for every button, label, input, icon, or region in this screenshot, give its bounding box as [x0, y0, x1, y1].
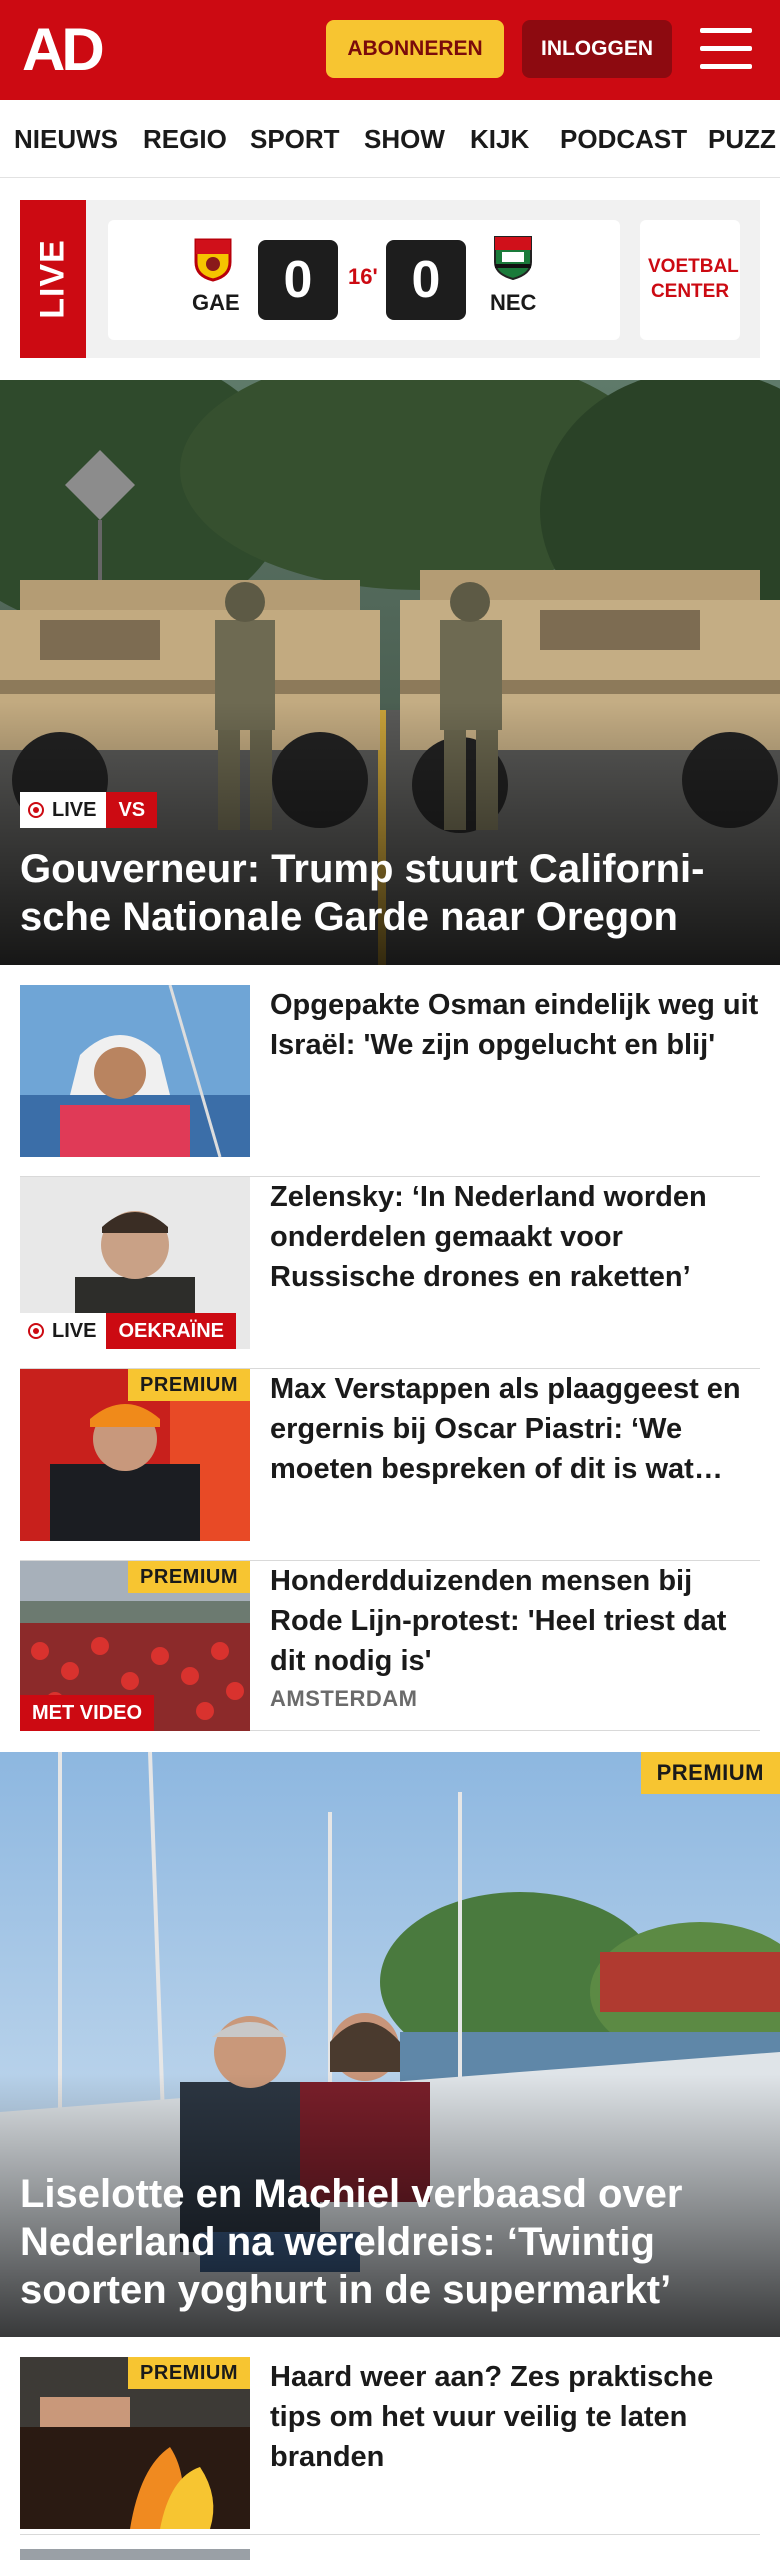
thumb-badges: LIVE OEKRAÏNE: [20, 1313, 237, 1349]
article-item[interactable]: Opgepakte Osman eindelijk weg uit Israël…: [20, 985, 760, 1177]
article-thumbnail: [20, 985, 250, 1157]
article-title[interactable]: Honderdduizenden mensen bij Rode Lijn-pr…: [270, 1561, 760, 1681]
hero-article[interactable]: LIVE VS Gouverneur: Trump stuurt Califor…: [0, 380, 780, 965]
article-item[interactable]: PREMIUM Haard weer aan? Zes praktische t…: [20, 2357, 760, 2535]
topic-tag: OEKRAÏNE: [106, 1313, 237, 1349]
article-item-partial[interactable]: [20, 2549, 760, 2560]
article-title[interactable]: Zelensky: ‘In Nederland worden onderdele…: [270, 1177, 760, 1297]
voetbal-center-button[interactable]: VOETBAL CENTER: [640, 220, 740, 340]
nav-item-puzzel[interactable]: PUZZ: [708, 124, 776, 155]
nav-item-nieuws[interactable]: NIEUWS: [14, 124, 118, 155]
site-header: AD ABONNEREN INLOGGEN: [0, 0, 780, 100]
match-score-card[interactable]: GAE 0 16' 0 NEC: [108, 220, 620, 340]
nav-item-kijk[interactable]: KIJK: [470, 124, 529, 155]
nav-item-sport[interactable]: SPORT: [250, 124, 340, 155]
live-badge: LIVE: [20, 792, 107, 828]
feature-title[interactable]: Liselotte en Machiel verbaasd over Neder…: [20, 2170, 760, 2314]
article-location: AMSTERDAM: [270, 1686, 418, 1711]
go-ahead-eagles-crest-icon: [194, 238, 232, 282]
live-dot-icon: [28, 1323, 44, 1339]
hamburger-menu-icon[interactable]: [700, 26, 752, 72]
premium-tag: PREMIUM: [128, 1561, 250, 1593]
nav-item-show[interactable]: SHOW: [364, 124, 445, 155]
live-tab-label: LIVE: [33, 239, 72, 319]
nav-item-podcast[interactable]: PODCAST: [560, 124, 687, 155]
live-dot-icon: [28, 802, 44, 818]
article-item[interactable]: PREMIUM Max Verstappen als plaaggeest en…: [20, 1369, 760, 1561]
premium-tag: PREMIUM: [128, 1369, 250, 1401]
live-tab[interactable]: LIVE: [20, 200, 86, 358]
article-thumbnail: PREMIUM MET VIDEO: [20, 1561, 250, 1731]
subscribe-button[interactable]: ABONNEREN: [326, 20, 504, 78]
feature-article[interactable]: PREMIUM Liselotte en Machiel verbaasd ov…: [0, 1752, 780, 2337]
live-badge: LIVE: [20, 1313, 107, 1349]
nec-crest-icon: [494, 236, 532, 280]
live-badge-label: LIVE: [52, 1319, 97, 1342]
live-score-widget: LIVE GAE 0 16' 0 NEC VOETBAL CENTER: [20, 200, 760, 358]
away-team-name: NEC: [490, 290, 537, 315]
article-thumbnail: LIVE OEKRAÏNE: [20, 1177, 250, 1349]
article-item[interactable]: LIVE OEKRAÏNE Zelensky: ‘In Nederland wo…: [20, 1177, 760, 1369]
hero-badges: LIVE VS: [20, 792, 158, 828]
premium-tag: PREMIUM: [640, 1752, 780, 1794]
section-nav: NIEUWS REGIO SPORT SHOW KIJK PODCAST PUZ…: [0, 100, 780, 178]
logo-text: AD: [22, 16, 105, 83]
video-tag: MET VIDEO: [20, 1695, 155, 1731]
premium-tag: PREMIUM: [128, 2357, 250, 2389]
home-score: 0: [258, 240, 338, 320]
nav-item-regio[interactable]: REGIO: [143, 124, 227, 155]
article-thumbnail: [20, 2549, 250, 2560]
hero-topic-tag: VS: [106, 792, 158, 828]
voetbal-center-label: VOETBAL CENTER: [648, 256, 739, 302]
article-item[interactable]: PREMIUM MET VIDEO Honderdduizenden mense…: [20, 1561, 760, 1731]
article-title[interactable]: Opgepakte Osman eindelijk weg uit Israël…: [270, 985, 760, 1065]
ad-logo[interactable]: AD: [22, 16, 105, 83]
login-button[interactable]: INLOGGEN: [522, 20, 672, 78]
away-score: 0: [386, 240, 466, 320]
article-thumbnail: PREMIUM: [20, 1369, 250, 1541]
article-thumbnail: PREMIUM: [20, 2357, 250, 2529]
hero-title[interactable]: Gouverneur: Trump stuurt Californi­sche …: [20, 845, 760, 941]
article-title[interactable]: Max Verstappen als plaaggeest en ergerni…: [270, 1369, 760, 1489]
article-title[interactable]: Haard weer aan? Zes praktische tips om h…: [270, 2357, 760, 2477]
match-minute: 16': [348, 264, 378, 289]
live-badge-label: LIVE: [52, 798, 97, 821]
home-team-name: GAE: [192, 290, 240, 315]
